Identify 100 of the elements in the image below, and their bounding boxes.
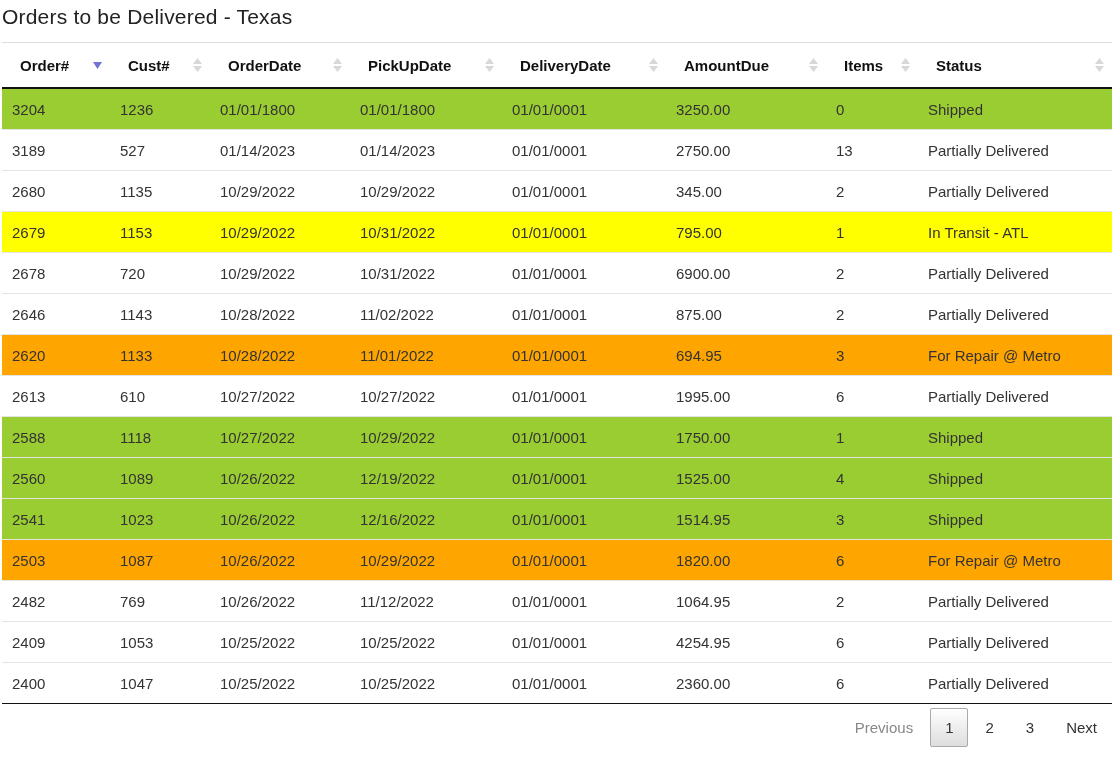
table-cell: 01/01/0001 xyxy=(502,457,666,499)
table-cell: 10/27/2022 xyxy=(210,375,350,417)
table-cell: 10/29/2022 xyxy=(350,539,502,581)
table-cell: 10/27/2022 xyxy=(350,375,502,417)
table-cell: For Repair @ Metro xyxy=(918,539,1112,581)
table-cell: 6900.00 xyxy=(666,252,826,294)
page-link[interactable]: 1 xyxy=(930,708,969,747)
table-cell: 01/01/0001 xyxy=(502,498,666,540)
table-cell: 1 xyxy=(826,211,918,253)
table-cell: 6 xyxy=(826,539,918,581)
table-cell: 2 xyxy=(826,170,918,212)
table-cell: 2541 xyxy=(2,498,110,540)
header-label: Cust# xyxy=(128,56,170,74)
table-cell: 01/01/0001 xyxy=(502,621,666,663)
table-cell: 1525.00 xyxy=(666,457,826,499)
table-cell: 2 xyxy=(826,293,918,335)
table-cell: 2750.00 xyxy=(666,129,826,171)
table-cell: 01/01/0001 xyxy=(502,662,666,704)
table-cell: 10/26/2022 xyxy=(210,457,350,499)
table-cell: 527 xyxy=(110,129,210,171)
table-cell: Partially Delivered xyxy=(918,252,1112,294)
header-label: DeliveryDate xyxy=(520,56,611,74)
table-cell: 1087 xyxy=(110,539,210,581)
table-cell: In Transit - ATL xyxy=(918,211,1112,253)
table-cell: 2613 xyxy=(2,375,110,417)
table-cell: 2620 xyxy=(2,334,110,376)
table-cell: 1053 xyxy=(110,621,210,663)
table-cell: Shipped xyxy=(918,498,1112,540)
table-cell: 1153 xyxy=(110,211,210,253)
table-cell: 10/31/2022 xyxy=(350,211,502,253)
table-cell: 10/28/2022 xyxy=(210,334,350,376)
table-cell: Partially Delivered xyxy=(918,293,1112,335)
table-cell: 2680 xyxy=(2,170,110,212)
table-cell: 1820.00 xyxy=(666,539,826,581)
table-cell: 1135 xyxy=(110,170,210,212)
table-cell: 12/16/2022 xyxy=(350,498,502,540)
page-link[interactable]: 3 xyxy=(1010,708,1050,747)
header-label: Order# xyxy=(20,56,70,74)
table-cell: 1118 xyxy=(110,416,210,458)
table-cell: 10/29/2022 xyxy=(210,252,350,294)
table-cell: Partially Delivered xyxy=(918,129,1112,171)
table-cell: 01/01/0001 xyxy=(502,334,666,376)
table-cell: 01/14/2023 xyxy=(210,129,350,171)
table-cell: 01/01/0001 xyxy=(502,580,666,622)
header-label: OrderDate xyxy=(228,56,302,74)
table-cell: 10/28/2022 xyxy=(210,293,350,335)
table-cell: 01/01/1800 xyxy=(350,88,502,130)
table-cell: 6 xyxy=(826,375,918,417)
table-cell: 3250.00 xyxy=(666,88,826,130)
table-cell: 1089 xyxy=(110,457,210,499)
table-cell: 2560 xyxy=(2,457,110,499)
header-label: Status xyxy=(936,56,982,74)
table-cell: Partially Delivered xyxy=(918,580,1112,622)
table-cell: 11/02/2022 xyxy=(350,293,502,335)
table-cell: 01/01/0001 xyxy=(502,88,666,130)
table-cell: 10/31/2022 xyxy=(350,252,502,294)
table-cell: 795.00 xyxy=(666,211,826,253)
table-cell: 1023 xyxy=(110,498,210,540)
table-cell: 3204 xyxy=(2,88,110,130)
table-cell: 01/01/1800 xyxy=(210,88,350,130)
table-cell: 2409 xyxy=(2,621,110,663)
table-cell: 10/25/2022 xyxy=(350,662,502,704)
page-link[interactable]: 2 xyxy=(970,708,1009,747)
header-label: Items xyxy=(844,56,884,74)
table-cell: 10/29/2022 xyxy=(210,211,350,253)
table-cell: 694.95 xyxy=(666,334,826,376)
header-label: PickUpDate xyxy=(368,56,452,74)
table-cell: 10/26/2022 xyxy=(210,498,350,540)
table-cell: 13 xyxy=(826,129,918,171)
table-cell: 769 xyxy=(110,580,210,622)
table-cell: Partially Delivered xyxy=(918,170,1112,212)
table-cell: 2588 xyxy=(2,416,110,458)
table-cell: 01/01/0001 xyxy=(502,375,666,417)
table-cell: 3189 xyxy=(2,129,110,171)
table-cell: 1236 xyxy=(110,88,210,130)
table-cell: 2 xyxy=(826,252,918,294)
table-cell: 10/25/2022 xyxy=(350,621,502,663)
page-title: Orders to be Delivered - Texas xyxy=(2,4,294,30)
table-cell: 2 xyxy=(826,580,918,622)
table-cell: 01/01/0001 xyxy=(502,539,666,581)
table-cell: 2679 xyxy=(2,211,110,253)
table-cell: 10/25/2022 xyxy=(210,621,350,663)
table-cell: 01/01/0001 xyxy=(502,252,666,294)
table-cell: 01/01/0001 xyxy=(502,416,666,458)
table-cell: 6 xyxy=(826,662,918,704)
table-cell: 10/29/2022 xyxy=(350,170,502,212)
table-cell: 01/01/0001 xyxy=(502,293,666,335)
table-cell: 10/26/2022 xyxy=(210,580,350,622)
table-cell: 1750.00 xyxy=(666,416,826,458)
table-cell: 10/29/2022 xyxy=(350,416,502,458)
table-cell: 1514.95 xyxy=(666,498,826,540)
table-cell: Partially Delivered xyxy=(918,662,1112,704)
next-link[interactable]: Next xyxy=(1051,708,1112,747)
table-cell: 01/01/0001 xyxy=(502,170,666,212)
table-cell: 1143 xyxy=(110,293,210,335)
table-cell: 1995.00 xyxy=(666,375,826,417)
table-cell: Partially Delivered xyxy=(918,621,1112,663)
table-cell: 0 xyxy=(826,88,918,130)
table-cell: 11/12/2022 xyxy=(350,580,502,622)
table-cell: 6 xyxy=(826,621,918,663)
